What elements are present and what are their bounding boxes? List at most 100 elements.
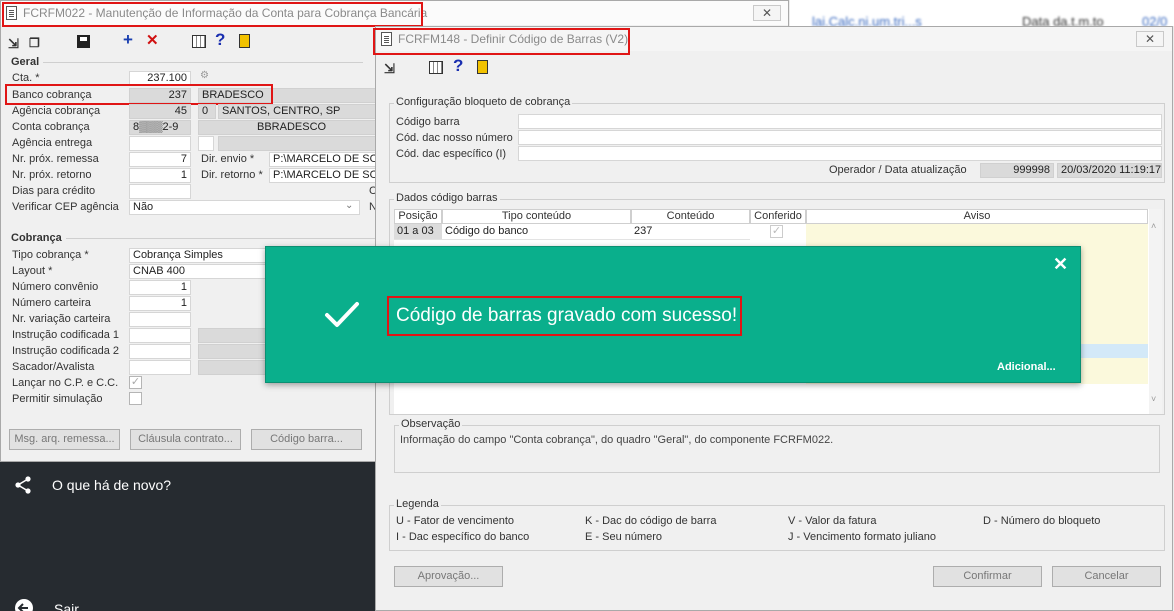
dac-esp-field[interactable]	[518, 146, 1162, 161]
background-link: lai.Calc.ni.um.tri...s	[812, 14, 922, 26]
instr1-field[interactable]	[129, 328, 191, 343]
help-icon[interactable]: ?	[453, 57, 463, 74]
aprovacao-button[interactable]: Aprovação...	[394, 566, 503, 587]
col-posicao[interactable]: Posição	[394, 209, 442, 224]
data-atualizacao-field: 20/03/2020 11:19:17	[1057, 163, 1162, 178]
cta-lookup-icon[interactable]: ⚙	[200, 70, 214, 84]
exit-door-icon[interactable]	[477, 60, 488, 74]
table-scrollbar[interactable]	[1149, 209, 1162, 414]
navigate-icon[interactable]: ⇲	[8, 36, 19, 52]
conta-label: Conta cobrança	[12, 121, 90, 133]
col-aviso[interactable]: Aviso	[806, 209, 1148, 224]
checkmark-icon	[325, 302, 359, 327]
dir-envio-field[interactable]: P:\MARCELO DE SOUZ	[269, 152, 376, 167]
legend-e: E - Seu número	[585, 531, 663, 543]
agencia-name-field: SANTOS, CENTRO, SP	[218, 104, 376, 119]
legend-i: I - Dac específico do banco	[396, 531, 530, 543]
agencia-entrega-dig-field[interactable]	[198, 136, 214, 151]
sidebar-item-sair[interactable]: Sair	[12, 598, 212, 611]
cep-label: Verificar CEP agência	[12, 201, 119, 213]
sidebar-item-novo-label: O que há de novo?	[52, 477, 172, 493]
cobranca-heading: Cobrança	[11, 232, 384, 244]
instr1-desc-field	[198, 328, 268, 343]
add-icon[interactable]: +	[123, 31, 133, 48]
success-toast: Código de barras gravado com sucesso! ✕ …	[265, 246, 1081, 383]
row1-posicao[interactable]: 01 a 03	[394, 224, 442, 240]
adicional-link[interactable]: Adicional...	[997, 361, 1056, 373]
retorno-field[interactable]: 1	[129, 168, 191, 183]
legend-k: K - Dac do código de barra	[585, 515, 717, 527]
row1-conteudo[interactable]: 237	[631, 224, 750, 240]
grid-icon[interactable]	[429, 61, 443, 74]
operador-label: Operador / Data atualização	[829, 164, 967, 176]
row1-tipo[interactable]: Código do banco	[442, 224, 631, 240]
toast-close-button[interactable]: ✕	[1053, 254, 1068, 275]
close-window2-button[interactable]: ✕	[1136, 31, 1164, 47]
cep-select[interactable]: Não	[129, 200, 360, 215]
row1-conferido-checkbox[interactable]: ✓	[770, 225, 783, 238]
sidebar-item-sair-label: Sair	[54, 601, 79, 611]
carteira-label: Número carteira	[12, 297, 91, 309]
clausula-button[interactable]: Cláusula contrato...	[130, 429, 241, 450]
config-group: Configuração bloqueto de cobrança Código…	[389, 96, 1165, 183]
copy-icon[interactable]: ❐	[29, 35, 40, 51]
codigo-barra-field[interactable]	[518, 114, 1162, 129]
observacao-text: Informação do campo "Conta cobrança", do…	[400, 434, 834, 446]
tipo-label: Tipo cobrança *	[12, 249, 89, 261]
msg-remessa-button[interactable]: Msg. arq. remessa...	[9, 429, 120, 450]
codigo-barra-button[interactable]: Código barra...	[251, 429, 362, 450]
save-icon[interactable]	[77, 35, 90, 48]
dados-group-title: Dados código barras	[394, 192, 500, 204]
sacador-desc-field	[198, 360, 268, 375]
retorno-label: Nr. próx. retorno	[12, 169, 92, 181]
instr2-label: Instrução codificada 2	[12, 345, 120, 357]
remessa-field[interactable]: 7	[129, 152, 191, 167]
agencia-code-field[interactable]: 45	[129, 104, 191, 119]
dir-retorno-field[interactable]: P:\MARCELO DE SOUZ	[269, 168, 376, 183]
legend-v: V - Valor da fatura	[788, 515, 877, 527]
carteira-field[interactable]: 1	[129, 296, 191, 311]
observacao-group: Observação Informação do campo "Conta co…	[394, 418, 1160, 473]
lancar-checkbox[interactable]: ✓	[129, 376, 142, 389]
dias-field[interactable]	[129, 184, 191, 199]
scroll-up-icon[interactable]: ˄	[1151, 221, 1156, 231]
col-conteudo[interactable]: Conteúdo	[631, 209, 750, 224]
permitir-checkbox[interactable]	[129, 392, 142, 405]
navigate-icon[interactable]: ⇲	[384, 61, 395, 77]
scroll-down-icon[interactable]: ˅	[1151, 394, 1156, 404]
sacador-field[interactable]	[129, 360, 191, 375]
sidebar-item-novo[interactable]: O que há de novo?	[12, 474, 312, 496]
cta-label: Cta. *	[12, 72, 40, 84]
agencia-dig-field: 0	[198, 104, 216, 119]
instr2-desc-field	[198, 344, 268, 359]
layout-label: Layout *	[12, 265, 53, 277]
dac-nosso-field[interactable]	[518, 130, 1162, 145]
title2-highlight	[373, 28, 630, 55]
confirmar-button[interactable]: Confirmar	[933, 566, 1042, 587]
col-tipo[interactable]: Tipo conteúdo	[442, 209, 631, 224]
grid-icon[interactable]	[192, 35, 206, 48]
codigo-barra-label: Código barra	[396, 116, 460, 128]
layout-field[interactable]: CNAB 400	[129, 264, 269, 279]
title-highlight	[2, 2, 423, 27]
background-page: lai.Calc.ni.um.tri...s Data da.t.m.to 02…	[790, 0, 1174, 26]
operador-field: 999998	[980, 163, 1054, 178]
convenio-field[interactable]: 1	[129, 280, 191, 295]
banco-highlight	[5, 84, 273, 105]
tipo-field[interactable]: Cobrança Simples	[129, 248, 269, 263]
cancelar-button[interactable]: Cancelar	[1052, 566, 1161, 587]
variacao-label: Nr. variação carteira	[12, 313, 111, 325]
exit-door-icon[interactable]	[239, 34, 250, 48]
geral-heading: Geral	[11, 56, 365, 68]
delete-icon[interactable]: ✕	[146, 33, 159, 49]
conta-field[interactable]: 8▒▒▒2-9	[129, 120, 191, 135]
close-window-button[interactable]: ✕	[753, 5, 781, 21]
variacao-field[interactable]	[129, 312, 191, 327]
share-icon	[15, 476, 31, 494]
col-conferido[interactable]: Conferido	[750, 209, 806, 224]
agencia-entrega-field[interactable]	[129, 136, 191, 151]
conta-name-field: BBRADESCO	[198, 120, 376, 135]
instr2-field[interactable]	[129, 344, 191, 359]
help-icon[interactable]: ?	[215, 31, 225, 48]
background-date: 02/0	[1142, 14, 1168, 26]
